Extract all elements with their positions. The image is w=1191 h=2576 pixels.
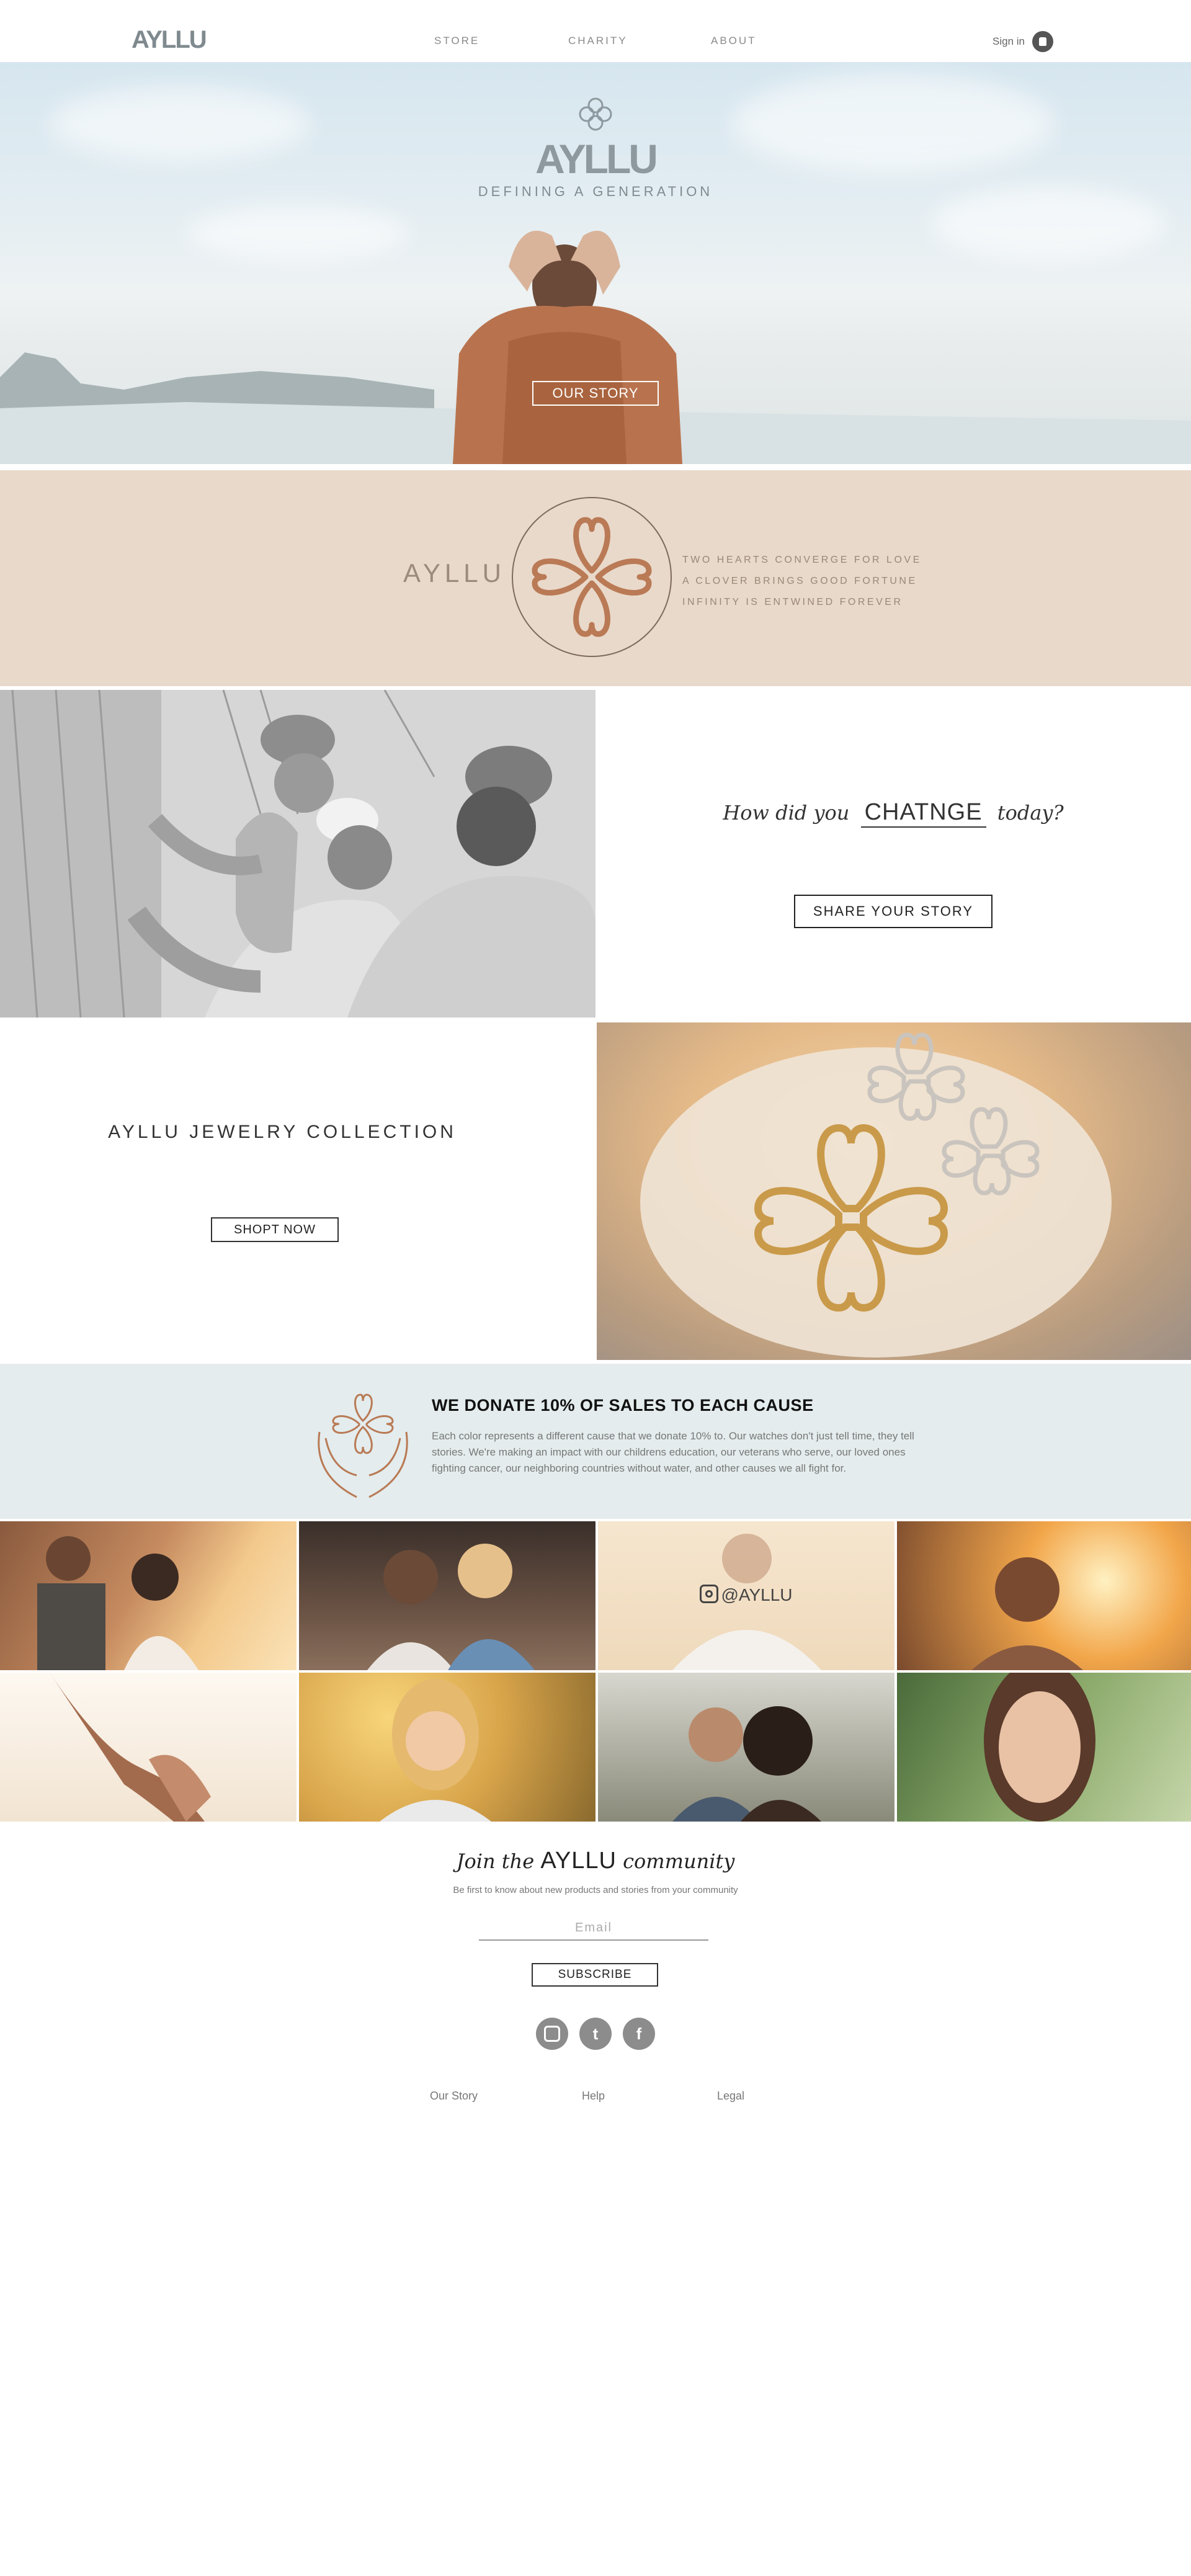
grid-photo-art (50, 1673, 211, 1822)
story-question: How did you CHATNGE today? (596, 799, 1191, 828)
grid-photo-art (367, 1544, 535, 1670)
band-brand-word: AYLLU (403, 558, 506, 588)
join-subtitle: Be first to know about new products and … (453, 1885, 738, 1895)
join-community-heading: Join the AYLLU community (0, 1848, 1191, 1874)
join-before: Join the (456, 1849, 535, 1873)
photo-grid: @AYLLU (0, 1521, 1191, 1822)
cloud-shape (186, 205, 409, 261)
nav-link-charity[interactable]: CHARITY (568, 35, 643, 47)
twitter-icon[interactable]: t (579, 2018, 612, 2050)
clover-logo-icon (579, 97, 612, 131)
instagram-tag-label: @AYLLU (721, 1585, 793, 1604)
instagram-handle: @AYLLU (598, 1585, 894, 1605)
hero-woman-photo (453, 230, 682, 464)
grid-photo-art (672, 1706, 821, 1822)
grid-photo-friends-hearts[interactable] (299, 1521, 596, 1670)
band-tagline-lines: TWO HEARTS CONVERGE FOR LOVE A CLOVER BR… (682, 550, 922, 613)
jewelry-collection-panel: AYLLU JEWELRY COLLECTION SHOPT NOW (0, 1021, 596, 1361)
hero-banner: AYLLU DEFINING A GENERATION OUR STORY (0, 62, 1191, 464)
grid-photo-art (984, 1673, 1095, 1822)
instagram-icon[interactable] (536, 2018, 568, 2050)
sign-in-button[interactable]: Sign in (993, 31, 1053, 52)
grid-instagram-tile[interactable]: @AYLLU (598, 1521, 894, 1670)
band-line: A CLOVER BRINGS GOOD FORTUNE (682, 576, 917, 586)
grid-photo-art (380, 1679, 491, 1822)
volunteers-photo (0, 690, 596, 1017)
grid-photo-art (971, 1557, 1083, 1670)
hands-clover-icon (318, 1393, 408, 1498)
top-nav: AYLLU STORE CHARITY ABOUT Sign in (0, 0, 1191, 62)
nav-logo[interactable]: AYLLU (132, 26, 207, 54)
facebook-icon[interactable]: f (623, 2018, 655, 2050)
footer-link-legal[interactable]: Legal (717, 2090, 744, 2103)
grid-photo-sun-flare[interactable] (897, 1521, 1191, 1670)
footer-link-help[interactable]: Help (582, 2090, 605, 2103)
share-story-panel: How did you CHATNGE today? SHARE YOUR ST… (596, 690, 1191, 1017)
footer-link-our-story[interactable]: Our Story (430, 2090, 478, 2103)
volunteers-illustration (0, 690, 596, 1017)
heart-clover-emblem-icon (512, 497, 672, 657)
subscribe-button[interactable]: SUBSCRIBE (532, 1963, 658, 1987)
grid-photo-portrait-woman[interactable] (897, 1673, 1191, 1822)
band-line: TWO HEARTS CONVERGE FOR LOVE (682, 555, 922, 565)
jewelry-collection-title: AYLLU JEWELRY COLLECTION (108, 1122, 457, 1142)
join-after: community (623, 1849, 735, 1873)
grid-photo-smiling-woman[interactable] (299, 1673, 596, 1822)
story-question-word: CHATNGE (860, 799, 986, 828)
donate-title: WE DONATE 10% OF SALES TO EACH CAUSE (432, 1396, 814, 1415)
email-field[interactable] (479, 1916, 708, 1941)
grid-photo-happy-couple[interactable] (598, 1673, 894, 1822)
band-line: INFINITY IS ENTWINED FOREVER (682, 597, 903, 607)
shop-now-button[interactable]: SHOPT NOW (211, 1217, 339, 1242)
sign-in-label: Sign in (993, 35, 1025, 47)
nav-link-store[interactable]: STORE (434, 35, 496, 47)
hero-tagline: DEFINING A GENERATION (478, 184, 713, 199)
brand-band: AYLLU TWO HEARTS CONVERGE FOR LOVE A CLO… (0, 470, 1191, 686)
instagram-glyph (544, 2026, 560, 2042)
clover-pendants-illustration (640, 1032, 1112, 1357)
story-question-after: today? (997, 801, 1064, 825)
story-question-before: How did you (723, 801, 850, 825)
jewelry-photo (597, 1022, 1191, 1360)
donate-description: Each color represents a different cause … (432, 1430, 914, 1474)
twitter-glyph: t (592, 2024, 599, 2043)
grid-photo-art (37, 1536, 198, 1670)
share-your-story-button[interactable]: SHARE YOUR STORY (794, 895, 993, 928)
nav-link-about[interactable]: ABOUT (711, 35, 773, 47)
grid-photo-holding-hands[interactable] (0, 1673, 297, 1822)
our-story-button[interactable]: OUR STORY (532, 381, 659, 406)
facebook-glyph: f (636, 2024, 642, 2043)
hero-logo: AYLLU (535, 136, 658, 182)
lock-icon (1032, 31, 1053, 52)
join-brand: AYLLU (540, 1848, 617, 1874)
instagram-icon (700, 1585, 719, 1603)
grid-photo-couple-sunset[interactable] (0, 1521, 297, 1670)
donate-section: WE DONATE 10% OF SALES TO EACH CAUSE Eac… (0, 1364, 1191, 1519)
